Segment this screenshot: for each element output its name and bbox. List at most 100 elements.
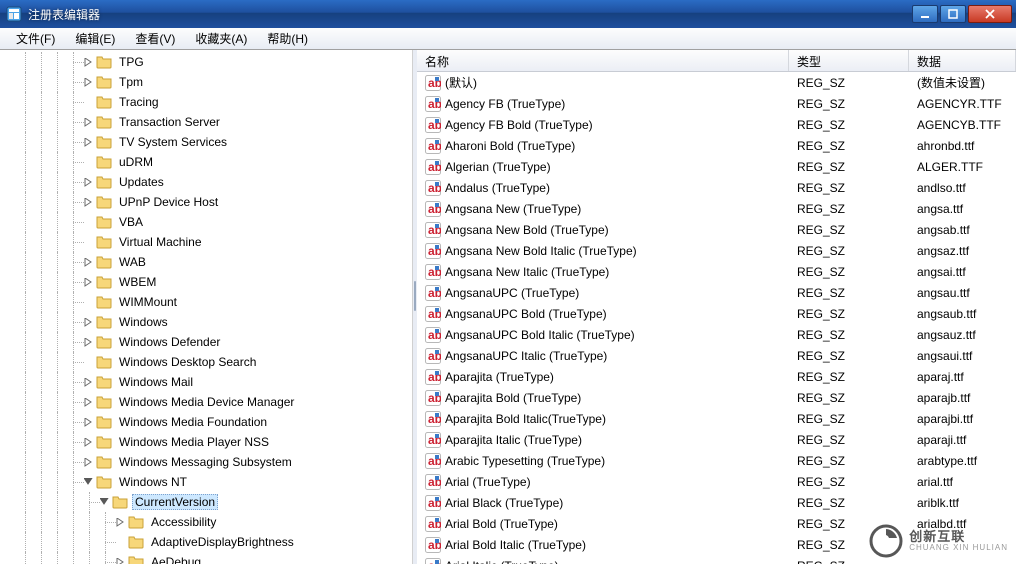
splitter[interactable] bbox=[413, 50, 417, 564]
folder-icon bbox=[96, 414, 112, 430]
column-data[interactable]: 数据 bbox=[909, 50, 1016, 71]
list-row[interactable]: Angsana New (TrueType)REG_SZangsa.ttf bbox=[417, 198, 1016, 219]
value-name: (默认) bbox=[445, 74, 477, 91]
list-row[interactable]: AngsanaUPC (TrueType)REG_SZangsau.ttf bbox=[417, 282, 1016, 303]
tree-item[interactable]: Windows Media Device Manager bbox=[0, 392, 412, 412]
list-row[interactable]: Agency FB (TrueType)REG_SZAGENCYR.TTF bbox=[417, 93, 1016, 114]
list-row[interactable]: Aparajita (TrueType)REG_SZaparaj.ttf bbox=[417, 366, 1016, 387]
value-type: REG_SZ bbox=[789, 412, 909, 426]
tree-item-label: Windows Messaging Subsystem bbox=[116, 454, 295, 470]
list-header: 名称 类型 数据 bbox=[417, 50, 1016, 72]
list-row[interactable]: Angsana New Italic (TrueType)REG_SZangsa… bbox=[417, 261, 1016, 282]
list-row[interactable]: Arial Bold Italic (TrueType)REG_SZ bbox=[417, 534, 1016, 555]
value-name: Agency FB Bold (TrueType) bbox=[445, 118, 593, 132]
value-name: Agency FB (TrueType) bbox=[445, 97, 565, 111]
value-name: Arial Italic (TrueType) bbox=[445, 559, 559, 564]
column-type[interactable]: 类型 bbox=[789, 50, 909, 71]
string-value-icon bbox=[425, 264, 441, 280]
value-type: REG_SZ bbox=[789, 244, 909, 258]
list-row[interactable]: Angsana New Bold Italic (TrueType)REG_SZ… bbox=[417, 240, 1016, 261]
menu-view[interactable]: 查看(V) bbox=[125, 28, 185, 49]
tree-item[interactable]: Windows NT bbox=[0, 472, 412, 492]
menubar: 文件(F) 编辑(E) 查看(V) 收藏夹(A) 帮助(H) bbox=[0, 28, 1016, 50]
list-row[interactable]: Aparajita Bold Italic(TrueType)REG_SZapa… bbox=[417, 408, 1016, 429]
list-row[interactable]: Algerian (TrueType)REG_SZALGER.TTF bbox=[417, 156, 1016, 177]
tree-item[interactable]: TPG bbox=[0, 52, 412, 72]
tree-item[interactable]: Windows bbox=[0, 312, 412, 332]
tree-item[interactable]: Windows Mail bbox=[0, 372, 412, 392]
menu-edit[interactable]: 编辑(E) bbox=[65, 28, 125, 49]
tree-item[interactable]: TV System Services bbox=[0, 132, 412, 152]
tree-item[interactable]: Windows Media Player NSS bbox=[0, 432, 412, 452]
value-data: AGENCYR.TTF bbox=[909, 97, 1016, 111]
tree-item[interactable]: WIMMount bbox=[0, 292, 412, 312]
tree-item-label: Windows Mail bbox=[116, 374, 196, 390]
menu-file[interactable]: 文件(F) bbox=[6, 28, 65, 49]
tree-item-label: Tracing bbox=[116, 94, 162, 110]
tree-item-label: Windows Media Foundation bbox=[116, 414, 270, 430]
tree-item[interactable]: AeDebug bbox=[0, 552, 412, 564]
tree-item[interactable]: CurrentVersion bbox=[0, 492, 412, 512]
list-row[interactable]: Arial (TrueType) REG_SZarial.ttf bbox=[417, 471, 1016, 492]
value-type: REG_SZ bbox=[789, 475, 909, 489]
tree-item[interactable]: Virtual Machine bbox=[0, 232, 412, 252]
tree-item[interactable]: VBA bbox=[0, 212, 412, 232]
list-row[interactable]: Aharoni Bold (TrueType)REG_SZahronbd.ttf bbox=[417, 135, 1016, 156]
menu-favorites[interactable]: 收藏夹(A) bbox=[185, 28, 257, 49]
list-row[interactable]: Arial Black (TrueType)REG_SZariblk.ttf bbox=[417, 492, 1016, 513]
folder-icon bbox=[96, 154, 112, 170]
tree-item[interactable]: Windows Desktop Search bbox=[0, 352, 412, 372]
list-body[interactable]: (默认)REG_SZ(数值未设置)Agency FB (TrueType)REG… bbox=[417, 72, 1016, 564]
list-row[interactable]: Aparajita Italic (TrueType)REG_SZaparaji… bbox=[417, 429, 1016, 450]
value-type: REG_SZ bbox=[789, 454, 909, 468]
list-row[interactable]: Arabic Typesetting (TrueType)REG_SZarabt… bbox=[417, 450, 1016, 471]
value-type: REG_SZ bbox=[789, 307, 909, 321]
maximize-button[interactable] bbox=[940, 5, 966, 23]
value-type: REG_SZ bbox=[789, 118, 909, 132]
list-row[interactable]: (默认)REG_SZ(数值未设置) bbox=[417, 72, 1016, 93]
tree-item[interactable]: Windows Defender bbox=[0, 332, 412, 352]
list-row[interactable]: Arial Italic (TrueType)REG_SZ bbox=[417, 555, 1016, 564]
tree-item[interactable]: Tpm bbox=[0, 72, 412, 92]
list-row[interactable]: AngsanaUPC Bold Italic (TrueType)REG_SZa… bbox=[417, 324, 1016, 345]
value-name: Arial Bold (TrueType) bbox=[445, 517, 558, 531]
string-value-icon bbox=[425, 537, 441, 553]
minimize-button[interactable] bbox=[912, 5, 938, 23]
tree-item[interactable]: UPnP Device Host bbox=[0, 192, 412, 212]
list-row[interactable]: AngsanaUPC Italic (TrueType)REG_SZangsau… bbox=[417, 345, 1016, 366]
value-data: ahronbd.ttf bbox=[909, 139, 1016, 153]
tree-item[interactable]: AdaptiveDisplayBrightness bbox=[0, 532, 412, 552]
list-row[interactable]: Andalus (TrueType)REG_SZandlso.ttf bbox=[417, 177, 1016, 198]
tree-item[interactable]: Updates bbox=[0, 172, 412, 192]
close-button[interactable] bbox=[968, 5, 1012, 23]
tree-item[interactable]: Windows Media Foundation bbox=[0, 412, 412, 432]
tree-item[interactable]: WAB bbox=[0, 252, 412, 272]
column-name[interactable]: 名称 bbox=[417, 50, 789, 71]
tree-item-label: Windows Desktop Search bbox=[116, 354, 259, 370]
menu-help[interactable]: 帮助(H) bbox=[257, 28, 318, 49]
string-value-icon bbox=[425, 222, 441, 238]
value-type: REG_SZ bbox=[789, 223, 909, 237]
list-row[interactable]: Agency FB Bold (TrueType)REG_SZAGENCYB.T… bbox=[417, 114, 1016, 135]
tree-item[interactable]: uDRM bbox=[0, 152, 412, 172]
value-data: angsa.ttf bbox=[909, 202, 1016, 216]
string-value-icon bbox=[425, 117, 441, 133]
folder-icon bbox=[96, 134, 112, 150]
list-row[interactable]: Angsana New Bold (TrueType)REG_SZangsab.… bbox=[417, 219, 1016, 240]
value-name: Arial (TrueType) bbox=[445, 475, 531, 489]
tree-item[interactable]: Windows Messaging Subsystem bbox=[0, 452, 412, 472]
tree-item[interactable]: Transaction Server bbox=[0, 112, 412, 132]
tree-item[interactable]: Tracing bbox=[0, 92, 412, 112]
value-type: REG_SZ bbox=[789, 181, 909, 195]
tree-item-label: Transaction Server bbox=[116, 114, 223, 130]
tree-item[interactable]: Accessibility bbox=[0, 512, 412, 532]
tree-item[interactable]: WBEM bbox=[0, 272, 412, 292]
list-row[interactable]: AngsanaUPC Bold (TrueType)REG_SZangsaub.… bbox=[417, 303, 1016, 324]
value-type: REG_SZ bbox=[789, 202, 909, 216]
value-name: Aparajita Bold (TrueType) bbox=[445, 391, 581, 405]
value-data: arial.ttf bbox=[909, 475, 1016, 489]
tree-pane[interactable]: TPGTpm Tracing Transaction Server TV System… bbox=[0, 50, 413, 564]
list-row[interactable]: Arial Bold (TrueType)REG_SZarialbd.ttf bbox=[417, 513, 1016, 534]
list-row[interactable]: Aparajita Bold (TrueType)REG_SZaparajb.t… bbox=[417, 387, 1016, 408]
string-value-icon bbox=[425, 558, 441, 564]
